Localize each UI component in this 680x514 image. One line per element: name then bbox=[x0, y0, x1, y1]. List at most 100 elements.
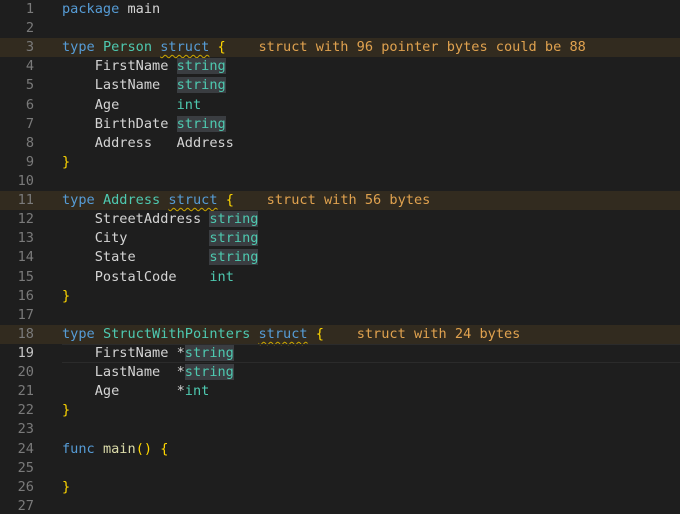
keyword-token[interactable]: struct bbox=[160, 39, 209, 55]
text-token[interactable] bbox=[308, 326, 316, 342]
code-editor[interactable]: 1 package main 2 3 type Person struct { stru… bbox=[0, 0, 680, 514]
text-token[interactable]: City bbox=[62, 230, 209, 246]
code-text[interactable]: LastName string bbox=[62, 76, 226, 95]
code-text[interactable]: LastName *string bbox=[62, 363, 234, 382]
type-token[interactable]: StructWithPointers bbox=[103, 326, 250, 342]
code-text[interactable]: City string bbox=[62, 229, 259, 248]
function-token[interactable]: main bbox=[103, 441, 136, 457]
text-token[interactable]: main bbox=[119, 1, 160, 17]
text-token[interactable]: FirstName * bbox=[62, 345, 185, 361]
type-token[interactable]: int bbox=[209, 269, 234, 285]
keyword-token[interactable]: package bbox=[62, 1, 119, 17]
code-line[interactable]: 22} bbox=[0, 401, 680, 420]
code-line[interactable]: 2 bbox=[0, 19, 680, 38]
code-text[interactable]: } bbox=[62, 478, 70, 497]
code-text[interactable]: type Address struct { struct with 56 byt… bbox=[62, 191, 430, 210]
code-text[interactable]: } bbox=[62, 287, 70, 306]
text-token[interactable] bbox=[95, 39, 103, 55]
type-token[interactable]: string bbox=[209, 211, 259, 228]
code-line[interactable]: 8 Address Address bbox=[0, 134, 680, 153]
text-token[interactable]: Age * bbox=[62, 383, 185, 399]
bracket-token[interactable]: { bbox=[218, 39, 226, 55]
bracket-token[interactable]: } bbox=[62, 402, 70, 418]
type-token[interactable]: Person bbox=[103, 39, 152, 55]
code-line[interactable]: 11 type Address struct { struct with 56 b… bbox=[0, 191, 680, 211]
text-token[interactable]: LastName * bbox=[62, 364, 185, 380]
code-line[interactable]: 17 bbox=[0, 306, 680, 325]
code-text[interactable]: } bbox=[62, 153, 70, 172]
code-line[interactable]: 25 bbox=[0, 459, 680, 478]
text-token[interactable] bbox=[226, 39, 259, 55]
code-line[interactable]: 26} bbox=[0, 478, 680, 497]
bracket-token[interactable]: { bbox=[226, 192, 234, 208]
code-line[interactable]: 14 State string bbox=[0, 248, 680, 267]
code-text[interactable]: PostalCode int bbox=[62, 268, 234, 287]
text-token[interactable]: LastName bbox=[62, 77, 177, 93]
text-token[interactable] bbox=[234, 192, 267, 208]
type-token[interactable]: string bbox=[184, 364, 234, 381]
text-token[interactable]: StreetAddress bbox=[62, 211, 209, 227]
code-text[interactable]: type StructWithPointers struct { struct … bbox=[62, 325, 520, 344]
type-token[interactable]: int bbox=[177, 97, 202, 113]
text-token[interactable] bbox=[95, 326, 103, 342]
keyword-token[interactable]: type bbox=[62, 39, 95, 55]
text-token[interactable] bbox=[218, 192, 226, 208]
text-token[interactable]: Address Address bbox=[62, 135, 234, 151]
code-text[interactable]: FirstName string bbox=[62, 57, 226, 76]
text-token[interactable]: Age bbox=[62, 97, 177, 113]
bracket-token[interactable]: } bbox=[62, 154, 70, 170]
keyword-token[interactable]: type bbox=[62, 326, 95, 342]
text-token[interactable]: State bbox=[62, 249, 209, 265]
code-line[interactable]: 19 FirstName *string bbox=[0, 343, 680, 364]
code-line[interactable]: 12 StreetAddress string bbox=[0, 210, 680, 229]
code-text[interactable]: BirthDate string bbox=[62, 115, 226, 134]
code-line[interactable]: 1 package main bbox=[0, 0, 680, 19]
code-line[interactable]: 15 PostalCode int bbox=[0, 268, 680, 287]
keyword-token[interactable]: type bbox=[62, 192, 95, 208]
code-line[interactable]: 16} bbox=[0, 287, 680, 306]
code-line[interactable]: 23 bbox=[0, 420, 680, 439]
code-text[interactable]: type Person struct { struct with 96 poin… bbox=[62, 38, 586, 57]
code-text[interactable]: package main bbox=[62, 0, 160, 19]
type-token[interactable]: string bbox=[176, 58, 226, 75]
text-token[interactable]: FirstName bbox=[62, 58, 177, 74]
code-line[interactable]: 21 Age *int bbox=[0, 382, 680, 401]
code-line[interactable]: 6 Age int bbox=[0, 96, 680, 115]
code-text[interactable]: Age int bbox=[62, 96, 201, 115]
text-token[interactable]: BirthDate bbox=[62, 116, 177, 132]
code-line[interactable]: 4 FirstName string bbox=[0, 57, 680, 76]
code-line[interactable]: 9} bbox=[0, 153, 680, 172]
code-line[interactable]: 5 LastName string bbox=[0, 76, 680, 95]
bracket-token[interactable]: { bbox=[316, 326, 324, 342]
keyword-token[interactable]: func bbox=[62, 441, 95, 457]
bracket-token[interactable]: () bbox=[136, 441, 152, 457]
text-token[interactable] bbox=[209, 39, 217, 55]
type-token[interactable]: int bbox=[185, 383, 210, 399]
text-token[interactable] bbox=[324, 326, 357, 342]
keyword-token[interactable]: struct bbox=[168, 192, 217, 208]
code-line[interactable]: 20 LastName *string bbox=[0, 363, 680, 382]
keyword-token[interactable]: struct bbox=[258, 326, 307, 342]
type-token[interactable]: Address bbox=[103, 192, 160, 208]
code-line[interactable]: 3 type Person struct { struct with 96 poi… bbox=[0, 38, 680, 58]
code-text[interactable]: Address Address bbox=[62, 134, 234, 153]
code-line[interactable]: 24 func main() { bbox=[0, 440, 680, 459]
text-token[interactable] bbox=[152, 39, 160, 55]
editor-lines[interactable]: 1 package main 2 3 type Person struct { stru… bbox=[0, 0, 680, 514]
text-token[interactable]: PostalCode bbox=[62, 269, 209, 285]
code-text[interactable]: Age *int bbox=[62, 382, 210, 401]
bracket-token[interactable]: { bbox=[160, 441, 168, 457]
type-token[interactable]: string bbox=[209, 230, 259, 247]
type-token[interactable]: string bbox=[176, 115, 226, 132]
code-text[interactable]: FirstName *string bbox=[62, 344, 234, 363]
code-text[interactable]: State string bbox=[62, 248, 259, 267]
type-token[interactable]: string bbox=[209, 249, 259, 266]
code-line[interactable]: 7 BirthDate string bbox=[0, 115, 680, 134]
code-line[interactable]: 18 type StructWithPointers struct { struc… bbox=[0, 324, 680, 344]
text-token[interactable] bbox=[95, 441, 103, 457]
bracket-token[interactable]: } bbox=[62, 288, 70, 304]
code-line[interactable]: 13 City string bbox=[0, 229, 680, 248]
type-token[interactable]: string bbox=[176, 77, 226, 94]
type-token[interactable]: string bbox=[184, 344, 234, 361]
code-line[interactable]: 10 bbox=[0, 172, 680, 191]
